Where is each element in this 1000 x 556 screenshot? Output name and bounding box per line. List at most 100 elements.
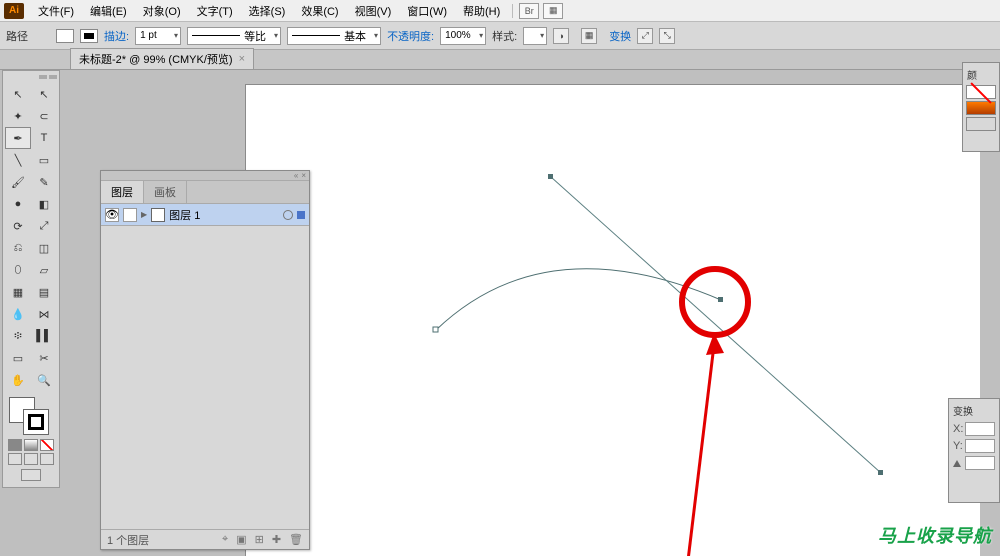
stroke-swatch[interactable] [80, 29, 98, 43]
perspective-tool[interactable]: ▱ [31, 259, 57, 281]
direct-selection-tool[interactable]: ↖ [31, 83, 57, 105]
stroke-weight-field[interactable]: 1 pt [135, 27, 181, 45]
pen-tool[interactable]: ✒ [5, 127, 31, 149]
menu-object[interactable]: 对象(O) [135, 1, 189, 21]
artboard-tool[interactable]: ▭ [5, 347, 31, 369]
line-tool[interactable]: ╲ [5, 149, 31, 171]
graphic-style[interactable] [523, 27, 547, 45]
brush-definition[interactable]: 基本 [287, 27, 381, 45]
color-mode-gradient[interactable] [24, 439, 38, 451]
x-field[interactable] [965, 422, 995, 436]
menu-effect[interactable]: 效果(C) [293, 1, 346, 21]
new-sublayer-icon[interactable]: ⊞ [255, 533, 264, 546]
fill-swatch[interactable] [56, 29, 74, 43]
new-layer-icon[interactable]: ✚ [272, 533, 281, 546]
draw-normal[interactable] [8, 453, 22, 465]
isolate-button[interactable]: ⤢ [637, 28, 653, 44]
visibility-toggle[interactable]: 👁 [105, 208, 119, 222]
pencil-tool[interactable]: ✎ [31, 171, 57, 193]
color-mode-solid[interactable] [8, 439, 22, 451]
stroke-color[interactable] [23, 409, 49, 435]
hand-tool[interactable]: ✋ [5, 369, 31, 391]
direction-handle-line [551, 177, 881, 473]
menu-file[interactable]: 文件(F) [30, 1, 82, 21]
handle-out[interactable] [878, 470, 883, 475]
color-none-swatch[interactable] [966, 85, 996, 99]
screen-mode-button[interactable] [21, 469, 41, 481]
menubar: Ai 文件(F) 编辑(E) 对象(O) 文字(T) 选择(S) 效果(C) 视… [0, 0, 1000, 22]
artboard[interactable] [245, 84, 980, 556]
color-spectrum[interactable] [966, 101, 996, 115]
layers-panel[interactable]: «× 图层 画板 👁 ▶ 图层 1 1 个图层 ⌖ ▣ ⊞ ✚ 🗑 [100, 170, 310, 550]
rectangle-tool[interactable]: ▭ [31, 149, 57, 171]
transform-panel[interactable]: 变换 X: Y: [948, 398, 1000, 503]
rotate-tool[interactable]: ⟳ [5, 215, 31, 237]
draw-inside[interactable] [40, 453, 54, 465]
lasso-tool[interactable]: ⊂ [31, 105, 57, 127]
menu-window[interactable]: 窗口(W) [399, 1, 455, 21]
panel-titlebar[interactable]: «× [101, 171, 309, 181]
blob-brush-tool[interactable]: ● [5, 193, 31, 215]
eyedropper-tool[interactable]: 💧 [5, 303, 31, 325]
arrange-button[interactable]: ▦ [543, 3, 563, 19]
anchor-end-selected[interactable] [718, 297, 723, 302]
mesh-tool[interactable]: ▦ [5, 281, 31, 303]
stroke-label[interactable]: 描边: [104, 28, 129, 44]
anchor-start[interactable] [433, 327, 438, 332]
layer-row[interactable]: 👁 ▶ 图层 1 [101, 204, 309, 226]
shape-builder-tool[interactable]: ⬯ [5, 259, 31, 281]
zoom-tool[interactable]: 🔍 [31, 369, 57, 391]
fill-stroke-well[interactable] [5, 395, 57, 437]
y-field[interactable] [965, 439, 995, 453]
screen-mode[interactable] [5, 469, 57, 481]
lock-toggle[interactable] [123, 208, 137, 222]
collapse-icon[interactable]: « [294, 171, 298, 180]
tab-artboards[interactable]: 画板 [144, 181, 187, 203]
layer-name[interactable]: 图层 1 [169, 207, 279, 223]
blend-tool[interactable]: ⋈ [31, 303, 57, 325]
locate-object-icon[interactable]: ⌖ [222, 533, 228, 546]
width-tool[interactable]: ⎌ [5, 237, 31, 259]
column-graph-tool[interactable]: ▌▌ [31, 325, 57, 347]
free-transform-tool[interactable]: ◫ [31, 237, 57, 259]
recolor-button[interactable]: ◑ [553, 28, 569, 44]
symbol-sprayer-tool[interactable]: ፨ [5, 325, 31, 347]
document-tab[interactable]: 未标题-2* @ 99% (CMYK/预览) × [70, 48, 254, 69]
selection-tool[interactable]: ↖ [5, 83, 31, 105]
bridge-button[interactable]: Br [519, 3, 539, 19]
menu-select[interactable]: 选择(S) [241, 1, 294, 21]
transform-link[interactable]: 变换 [609, 28, 631, 44]
menu-type[interactable]: 文字(T) [189, 1, 241, 21]
target-icon[interactable] [283, 210, 293, 220]
align-button[interactable]: ▦ [581, 28, 597, 44]
color-panel[interactable]: 颜 [962, 62, 1000, 152]
color-extra[interactable] [966, 117, 996, 131]
variable-width-profile[interactable]: 等比 [187, 27, 281, 45]
opacity-label[interactable]: 不透明度: [387, 28, 434, 44]
close-tab-icon[interactable]: × [239, 53, 245, 65]
handle-in[interactable] [548, 174, 553, 179]
paintbrush-tool[interactable]: 🖌 [5, 171, 31, 193]
slice-tool[interactable]: ✂ [31, 347, 57, 369]
path-drawing [246, 85, 980, 556]
magic-wand-tool[interactable]: ✦ [5, 105, 31, 127]
toolbox: ↖↖ ✦⊂ ✒T ╲▭ 🖌✎ ●◧ ⟳⤢ ⎌◫ ⬯▱ ▦▤ 💧⋈ ፨▌▌ ▭✂ … [2, 70, 60, 488]
tab-layers[interactable]: 图层 [101, 181, 144, 203]
make-clipping-mask-icon[interactable]: ▣ [236, 533, 246, 546]
gradient-tool[interactable]: ▤ [31, 281, 57, 303]
opacity-field[interactable]: 100% [440, 27, 486, 45]
menu-view[interactable]: 视图(V) [347, 1, 400, 21]
delta-field[interactable] [965, 456, 995, 470]
type-tool[interactable]: T [31, 127, 57, 149]
color-mode-none[interactable] [40, 439, 54, 451]
eraser-tool[interactable]: ◧ [31, 193, 57, 215]
delete-layer-icon[interactable]: 🗑 [289, 533, 303, 546]
menu-edit[interactable]: 编辑(E) [82, 1, 135, 21]
canvas-viewport[interactable] [245, 70, 980, 556]
twirl-icon[interactable]: ▶ [141, 210, 147, 219]
scale-tool[interactable]: ⤢ [31, 215, 57, 237]
menu-help[interactable]: 帮助(H) [455, 1, 508, 21]
draw-behind[interactable] [24, 453, 38, 465]
close-icon[interactable]: × [301, 171, 306, 180]
isolate2-button[interactable]: ⤡ [659, 28, 675, 44]
